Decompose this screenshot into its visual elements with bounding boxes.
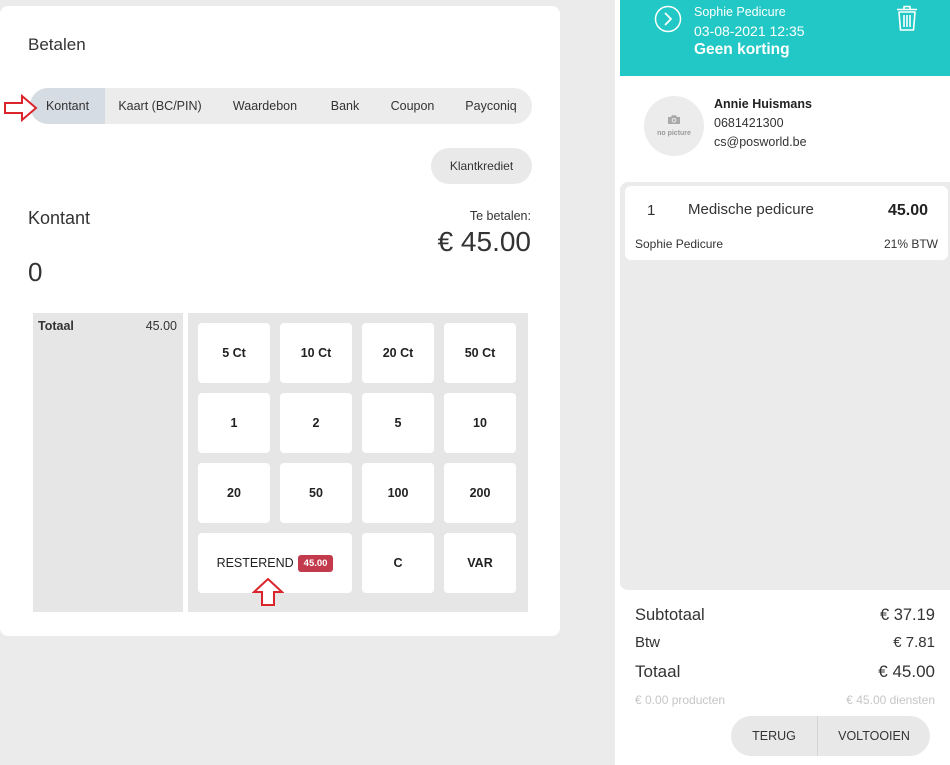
ticket-header: Sophie Pedicure 03-08-2021 12:35 Geen ko…	[620, 0, 950, 76]
key-50[interactable]: 50	[280, 463, 352, 523]
key-200[interactable]: 200	[444, 463, 516, 523]
key-100[interactable]: 100	[362, 463, 434, 523]
services-total: € 45.00 diensten	[846, 693, 935, 707]
complete-button[interactable]: VOLTOOIEN	[817, 716, 930, 756]
payment-card: Betalen Kontant Kaart (BC/PIN) Waardebon…	[0, 6, 560, 636]
list-item[interactable]: 1 Medische pedicure 45.00 Sophie Pedicur…	[625, 186, 948, 260]
entered-amount: 0	[28, 257, 43, 287]
subtotal-row: Subtotaal € 37.19	[635, 605, 935, 625]
tab-kaart[interactable]: Kaart (BC/PIN)	[105, 88, 215, 124]
payment-method-tabs: Kontant Kaart (BC/PIN) Waardebon Bank Co…	[30, 88, 532, 124]
ticket-datetime: 03-08-2021 12:35	[694, 23, 805, 39]
key-5[interactable]: 5	[362, 393, 434, 453]
item-quantity: 1	[647, 202, 656, 219]
cash-keypad: 5 Ct 10 Ct 20 Ct 50 Ct 1 2 5 10 20 50 10…	[188, 313, 528, 612]
payment-method-title: Kontant	[28, 208, 91, 228]
remaining-label: RESTEREND	[216, 556, 294, 570]
customer-email: cs@posworld.be	[714, 135, 807, 149]
tab-coupon[interactable]: Coupon	[375, 88, 450, 124]
subtotal-label: Subtotaal	[635, 606, 705, 624]
arrow-up-outline-icon	[252, 578, 284, 606]
tender-total-label: Totaal	[38, 319, 74, 333]
key-10-ct[interactable]: 10 Ct	[280, 323, 352, 383]
ticket-actions: TERUG VOLTOOIEN	[731, 716, 930, 756]
customer-name[interactable]: Annie Huismans	[714, 96, 812, 112]
key-5-ct[interactable]: 5 Ct	[198, 323, 270, 383]
clear-button[interactable]: C	[362, 533, 434, 593]
amount-due-value: € 45.00	[437, 226, 531, 257]
remaining-badge: 45.00	[297, 554, 334, 572]
ticket-staff-name: Sophie Pedicure	[694, 5, 786, 19]
item-price: 45.00	[887, 202, 928, 219]
page-title: Betalen	[28, 35, 86, 54]
item-name: Medische pedicure	[688, 201, 814, 218]
back-button[interactable]: TERUG	[731, 716, 817, 756]
key-20-ct[interactable]: 20 Ct	[362, 323, 434, 383]
camera-icon	[668, 115, 680, 124]
avatar-placeholder-text: no picture	[657, 130, 691, 137]
tender-total-value: 45.00	[145, 319, 177, 333]
total-label: Totaal	[635, 662, 681, 681]
key-2[interactable]: 2	[280, 393, 352, 453]
var-button[interactable]: VAR	[444, 533, 516, 593]
avatar: no picture	[644, 96, 704, 156]
vat-label: Btw	[635, 634, 661, 651]
item-staff: Sophie Pedicure	[635, 237, 724, 251]
key-20[interactable]: 20	[198, 463, 270, 523]
customer-credit-button[interactable]: Klantkrediet	[431, 148, 532, 184]
total-value: € 45.00	[878, 662, 935, 681]
amount-due-label: Te betalen:	[469, 209, 531, 223]
tab-waardebon[interactable]: Waardebon	[215, 88, 315, 124]
key-50-ct[interactable]: 50 Ct	[444, 323, 516, 383]
customer-phone: 0681421300	[714, 116, 784, 130]
trash-icon[interactable]	[895, 4, 919, 32]
products-total: € 0.00 producten	[635, 693, 726, 707]
tender-list: Totaal 45.00	[33, 313, 183, 612]
subtotal-value: € 37.19	[879, 606, 935, 624]
tab-kontant[interactable]: Kontant	[30, 88, 105, 124]
ticket-panel: Sophie Pedicure 03-08-2021 12:35 Geen ko…	[615, 0, 950, 765]
tender-total-row: Totaal 45.00	[38, 319, 177, 333]
key-10[interactable]: 10	[444, 393, 516, 453]
item-vat: 21% BTW	[883, 237, 938, 251]
vat-value: € 7.81	[893, 634, 935, 651]
tab-payconiq[interactable]: Payconiq	[450, 88, 532, 124]
chevron-right-circle-icon[interactable]	[654, 5, 682, 33]
tab-bank[interactable]: Bank	[315, 88, 375, 124]
key-1[interactable]: 1	[198, 393, 270, 453]
arrow-right-outline-icon	[4, 94, 38, 122]
ticket-item-list: 1 Medische pedicure 45.00 Sophie Pedicur…	[620, 182, 950, 590]
products-services-row: € 0.00 producten € 45.00 diensten	[635, 693, 935, 707]
total-row: Totaal € 45.00	[635, 662, 935, 682]
ticket-discount[interactable]: Geen korting	[694, 40, 790, 60]
vat-row: Btw € 7.81	[635, 634, 935, 652]
